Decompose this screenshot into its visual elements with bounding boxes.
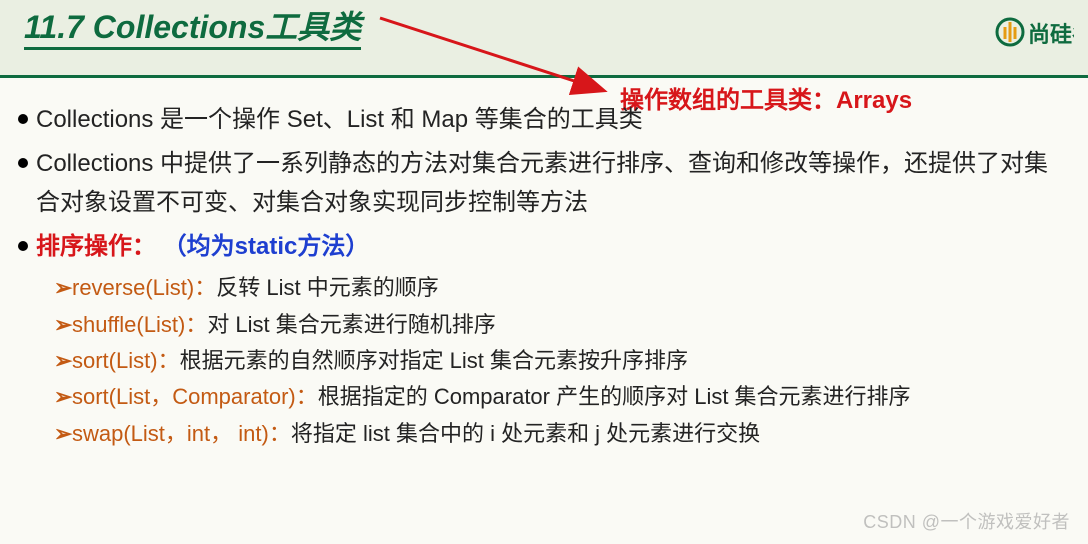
method-name: swap(List，int， int)： [72,421,291,446]
chevron-right-icon: ➢ [54,307,72,343]
watermark: CSDN @一个游戏爱好者 [863,508,1070,534]
sort-ops-list: ➢ reverse(List)：反转 List 中元素的顺序 ➢ shuffle… [54,270,1070,451]
logo-icon: 尚硅谷 [994,12,1074,56]
method-desc: 对 List 集合元素进行随机排序 [207,312,495,337]
chevron-right-icon: ➢ [54,416,72,452]
bullet-text: Collections 中提供了一系列静态的方法对集合元素进行排序、查询和修改等… [36,150,1048,217]
header-band: 11.7 Collections工具类 尚硅谷 [0,0,1088,78]
method-name: sort(List)： [72,348,180,373]
page-title: 11.7 Collections工具类 [24,10,361,50]
bullet-1: Collections 是一个操作 Set、List 和 Map 等集合的工具类 [18,100,1070,140]
brand-logo: 尚硅谷 [994,12,1074,56]
list-item: ➢ sort(List)：根据元素的自然顺序对指定 List 集合元素按升序排序 [54,343,1070,379]
content-area: Collections 是一个操作 Set、List 和 Map 等集合的工具类… [0,78,1088,452]
chevron-right-icon: ➢ [54,343,72,379]
list-item: ➢ reverse(List)：反转 List 中元素的顺序 [54,270,1070,306]
method-name: shuffle(List)： [72,312,207,337]
svg-text:尚硅谷: 尚硅谷 [1028,22,1074,47]
method-desc: 反转 List 中元素的顺序 [216,275,438,300]
chevron-right-icon: ➢ [54,270,72,306]
method-name: sort(List，Comparator)： [72,384,318,409]
method-desc: 根据元素的自然顺序对指定 List 集合元素按升序排序 [180,348,688,373]
method-desc: 根据指定的 Comparator 产生的顺序对 List 集合元素进行排序 [318,384,911,409]
bullet-2: Collections 中提供了一系列静态的方法对集合元素进行排序、查询和修改等… [18,144,1070,223]
list-item: ➢ sort(List，Comparator)：根据指定的 Comparator… [54,379,1070,415]
list-item: ➢ swap(List，int， int)：将指定 list 集合中的 i 处元… [54,416,1070,452]
method-desc: 将指定 list 集合中的 i 处元素和 j 处元素进行交换 [291,421,760,446]
bullet-text: Collections 是一个操作 Set、List 和 Map 等集合的工具类 [36,106,643,133]
list-item: ➢ shuffle(List)：对 List 集合元素进行随机排序 [54,307,1070,343]
bullet-3-sort-ops: 排序操作： （均为static方法） [18,227,1070,267]
sort-ops-title: 排序操作： [36,233,156,260]
chevron-right-icon: ➢ [54,379,72,415]
sort-ops-note: （均为static方法） [163,233,370,260]
method-name: reverse(List)： [72,275,216,300]
